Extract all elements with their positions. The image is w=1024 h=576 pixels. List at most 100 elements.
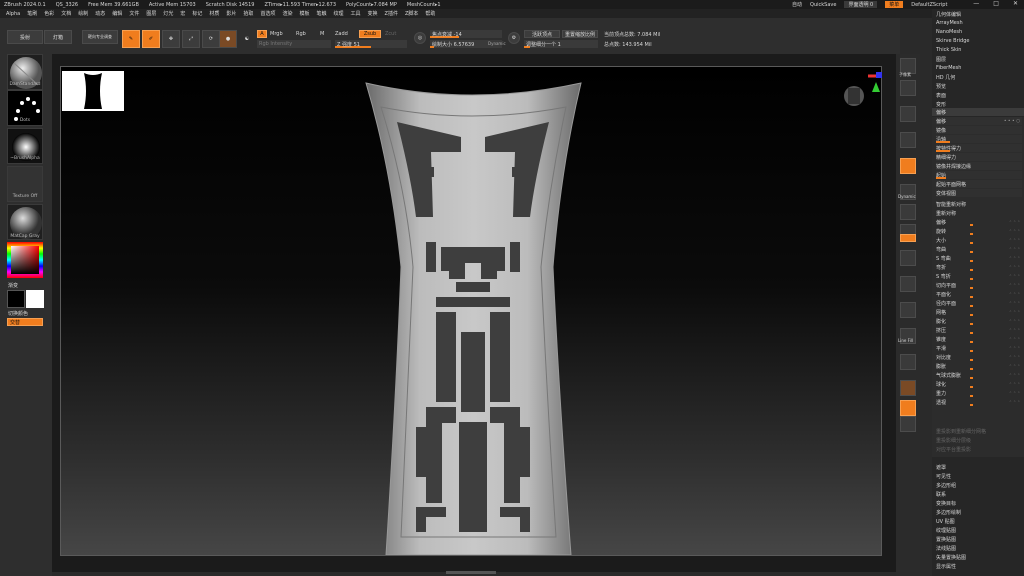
scale-button[interactable]: ⤢ [182, 30, 200, 48]
menu-item[interactable]: 拾取 [243, 10, 253, 17]
menu-item[interactable]: 标记 [192, 10, 202, 17]
menu-item[interactable]: 编辑 [112, 10, 122, 17]
deform-slider[interactable]: 平滑 ◦ ◦ ◦ [936, 344, 1022, 352]
edit-button[interactable]: ✎ [122, 30, 140, 48]
local-button[interactable] [900, 204, 916, 220]
menu-item[interactable]: 变换 [368, 10, 378, 17]
alternate-button[interactable]: 交替 [7, 318, 43, 326]
deform-slider[interactable]: 切向平面 ◦ ◦ ◦ [936, 281, 1022, 289]
menu-item[interactable]: 灯光 [163, 10, 173, 17]
symmetry-toggle[interactable] [900, 234, 916, 242]
tray-item[interactable]: 变形 [936, 100, 1022, 108]
symmetry-button[interactable]: ☯ [239, 30, 255, 48]
projection-master-button[interactable]: 投射 [7, 30, 43, 44]
secondary-color-swatch[interactable] [26, 290, 44, 308]
deform-slider[interactable]: 偏移 ◦ ◦ ◦ [936, 218, 1022, 226]
quicksave-button[interactable]: QuickSave [810, 2, 836, 8]
tray-item[interactable]: 矢量置换贴图 [936, 553, 1022, 561]
tray-item[interactable]: 法线贴图 [936, 544, 1022, 552]
menu-item[interactable]: 工具 [351, 10, 361, 17]
deform-toggle[interactable]: 镜像 [936, 126, 1022, 134]
deform-slider[interactable]: S 弯折 ◦ ◦ ◦ [936, 272, 1022, 280]
draw-button[interactable]: ✐ [142, 30, 160, 48]
tray-item[interactable]: HD 几何 [936, 73, 1022, 81]
menu-item[interactable]: 图层 [146, 10, 156, 17]
rotate-button[interactable]: ⟳ [202, 30, 220, 48]
deform-control[interactable]: 重新对称 [936, 209, 1022, 217]
zcut-toggle[interactable]: Zcut [385, 31, 396, 37]
draw-size-slider[interactable]: 绘制大小 6.57639 Dynamic [430, 40, 506, 48]
reproject-item[interactable]: 重投影细分层级 [936, 436, 1022, 444]
deform-toggle[interactable]: 变体视图 [936, 189, 1022, 197]
reproject-item[interactable]: 重投影到重新细分网格 [936, 427, 1022, 435]
zoom-view-button[interactable] [900, 276, 916, 292]
menu-item[interactable]: 帮助 [425, 10, 435, 17]
sculpt-model[interactable] [61, 67, 882, 556]
menu-item[interactable]: 笔触 [316, 10, 326, 17]
tray-item[interactable]: FiberMesh [936, 64, 1022, 72]
deform-toggle[interactable]: 偏移 • • • ○ [936, 117, 1022, 125]
active-points-button[interactable]: 活跃顶点 [524, 30, 560, 38]
tray-item[interactable]: 几何体编辑 [936, 10, 1022, 18]
actual-button[interactable] [900, 106, 916, 122]
menu-item[interactable]: 纹理 [334, 10, 344, 17]
menu-item[interactable]: 色彩 [44, 10, 54, 17]
deform-toggle[interactable]: 按特性得力 [936, 144, 1022, 152]
document-canvas[interactable] [60, 66, 882, 556]
deform-toggle[interactable]: 镜像并焊接边缘 [936, 162, 1022, 170]
deform-toggle[interactable]: 起始 [936, 171, 1022, 179]
deform-slider[interactable]: 膨化 ◦ ◦ ◦ [936, 317, 1022, 325]
deform-control[interactable]: 智能重新对称 [936, 200, 1022, 208]
tray-item[interactable]: 图层 [936, 55, 1022, 63]
deform-slider[interactable]: 弯曲 ◦ ◦ ◦ [936, 245, 1022, 253]
a-toggle[interactable]: A [257, 30, 267, 38]
menu-item[interactable]: 影片 [226, 10, 236, 17]
solo-button[interactable] [900, 380, 916, 396]
deform-slider[interactable]: S 弯曲 ◦ ◦ ◦ [936, 254, 1022, 262]
menu-item[interactable]: 模板 [299, 10, 309, 17]
deform-toggle[interactable]: 沿轴 [936, 135, 1022, 143]
tray-item[interactable]: 纹理贴图 [936, 526, 1022, 534]
deform-toggle[interactable]: 起始平面网格 [936, 180, 1022, 188]
menu-item[interactable]: 动态 [95, 10, 105, 17]
menu-item[interactable]: Alpha [6, 11, 20, 17]
material-button[interactable]: ● [219, 30, 237, 48]
tray-item[interactable]: 变换目标 [936, 499, 1022, 507]
tray-item[interactable]: NanoMesh [936, 28, 1022, 36]
tray-item[interactable]: UV 贴图 [936, 517, 1022, 525]
tray-item[interactable]: Skirve Bridge [936, 37, 1022, 45]
deform-slider[interactable]: 网格 ◦ ◦ ◦ [936, 308, 1022, 316]
zsub-toggle[interactable]: Zsub [359, 30, 381, 38]
navigation-thumbnail[interactable] [62, 71, 124, 111]
menu-item[interactable]: Z插件 [385, 10, 398, 17]
reset-scale-button[interactable]: 重置缩放比例 [562, 30, 598, 38]
minimize-icon[interactable]: — [973, 0, 979, 7]
main-color-swatch[interactable] [7, 290, 25, 308]
deform-slider[interactable]: 平面化 ◦ ◦ ◦ [936, 290, 1022, 298]
deform-slider[interactable]: 对比度 ◦ ◦ ◦ [936, 353, 1022, 361]
color-picker[interactable] [7, 242, 43, 278]
tray-item[interactable]: 遮罩 [936, 463, 1022, 471]
menu-button[interactable]: 菜单 [885, 1, 904, 8]
mrgb-toggle[interactable]: Mrgb [270, 31, 283, 37]
tray-item[interactable]: 多边形组 [936, 481, 1022, 489]
deform-slider[interactable]: 透视 ◦ ◦ ◦ [936, 398, 1022, 406]
menu-item[interactable]: Z脚本 [405, 10, 418, 17]
rotate-view-button[interactable] [900, 302, 916, 318]
persp-button[interactable] [900, 158, 916, 174]
tray-item[interactable]: ArrayMesh [936, 19, 1022, 27]
menu-item[interactable]: 绘制 [78, 10, 88, 17]
tray-item[interactable]: 可见性 [936, 472, 1022, 480]
transparency-slider[interactable]: 界面透明 0 [844, 1, 878, 8]
deform-slider[interactable]: 球化 ◦ ◦ ◦ [936, 380, 1022, 388]
move-button[interactable]: ✥ [162, 30, 180, 48]
ghost-button[interactable] [900, 400, 916, 416]
autosave[interactable]: 自动 [792, 1, 802, 8]
deform-header[interactable]: 偏移 [932, 108, 1024, 116]
menu-item[interactable]: 笔刷 [27, 10, 37, 17]
deform-slider[interactable]: 气球式膨胀 ◦ ◦ ◦ [936, 371, 1022, 379]
rgb-intensity-slider[interactable]: Rgb Intensity [257, 40, 331, 48]
menu-item[interactable]: 材质 [209, 10, 219, 17]
tray-item[interactable]: 预览 [936, 82, 1022, 90]
menu-item[interactable]: 文档 [61, 10, 71, 17]
